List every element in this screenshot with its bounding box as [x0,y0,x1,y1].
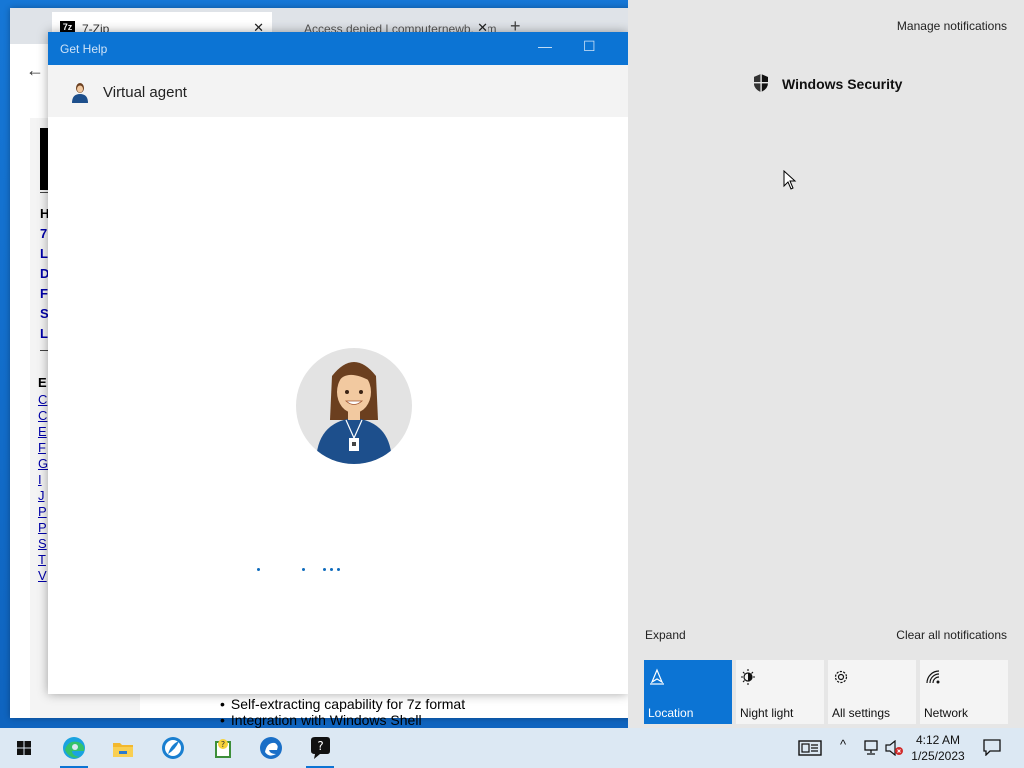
agent-avatar-icon [68,79,92,103]
virtual-agent-avatar [296,348,412,464]
notification-center-icon[interactable] [982,738,1002,756]
file-explorer-icon[interactable] [107,732,139,764]
notification-source: Windows Security [782,76,903,92]
location-icon [650,668,664,685]
chevron-up-icon[interactable]: ^ [840,737,846,752]
feature-list: Self-extracting capability for 7z format… [220,696,540,728]
list-item: Integration with Windows Shell [220,712,540,728]
app-icon-feather[interactable] [157,732,189,764]
sidebar-link[interactable]: T [38,552,48,567]
sidebar-link[interactable]: I [38,472,48,487]
loading-dot [330,568,333,571]
sidebar-link[interactable]: E [38,424,48,439]
mouse-cursor-icon [783,170,797,190]
edge-browser-icon[interactable] [58,732,90,768]
network-icon [926,670,940,684]
back-arrow-icon[interactable]: ← [26,60,44,81]
sidebar-link[interactable]: J [38,488,48,503]
list-item: Self-extracting capability for 7z format [220,696,540,712]
quick-action-label: Location [648,706,694,720]
expand-link[interactable]: Expand [645,628,686,642]
agent-name: Virtual agent [103,84,187,101]
clear-all-notifications-link[interactable]: Clear all notifications [896,628,1007,642]
volume-muted-icon[interactable] [884,740,904,756]
sidebar-heading: E [38,375,47,390]
sidebar-link[interactable]: C [38,408,48,423]
sidebar-link[interactable]: S [38,536,48,551]
svg-text:?: ? [221,740,225,749]
minimize-icon[interactable]: — [538,38,552,54]
loading-dot [337,568,340,571]
night-light-icon [741,669,755,685]
quick-action-label: Network [924,706,969,720]
loading-dot [323,568,326,571]
quick-action-all-settings[interactable]: All settings [828,660,916,724]
quick-action-label: All settings [832,706,891,720]
quick-action-network[interactable]: Network [920,660,1008,724]
network-tray-icon[interactable] [862,740,880,756]
sidebar-link[interactable]: G [38,456,48,471]
action-center: Manage notifications Windows Security Ex… [628,0,1024,728]
manage-notifications-link[interactable]: Manage notifications [897,19,1007,33]
shield-icon [754,74,768,92]
clock-time: 4:12 AM [915,733,961,747]
sidebar-link[interactable]: V [38,568,48,583]
window-title: Get Help [60,42,108,56]
system-clock[interactable]: 4:12 AM 1/25/2023 [906,732,970,764]
loading-dot [257,568,260,571]
svg-text:?: ? [317,739,323,753]
maximize-icon[interactable]: ☐ [583,38,596,55]
quick-action-night-light[interactable]: Night light [736,660,824,724]
sidebar-link[interactable]: P [38,520,48,535]
quick-action-label: Night light [740,706,794,720]
clock-date: 1/25/2023 [911,749,965,763]
get-help-window: Get Help — ☐ Virtual agent [48,32,628,694]
news-widget-icon[interactable] [798,740,822,756]
gear-icon [834,670,848,684]
sidebar-link[interactable]: P [38,504,48,519]
get-help-taskbar-icon[interactable]: ? [304,732,336,768]
app-icon-edge-legacy[interactable] [255,732,287,764]
loading-dot [302,568,305,571]
quick-action-location[interactable]: Location [644,660,732,724]
tips-icon[interactable]: ? [207,732,239,764]
title-bar[interactable]: Get Help — ☐ [48,32,628,65]
taskbar: ? ? ^ 4:12 AM 1/25/2023 [0,728,1024,768]
windows-start-icon[interactable] [8,732,40,764]
sidebar-link[interactable]: F [38,440,48,455]
sidebar-link[interactable]: C [38,392,48,407]
agent-header: Virtual agent [48,65,628,117]
